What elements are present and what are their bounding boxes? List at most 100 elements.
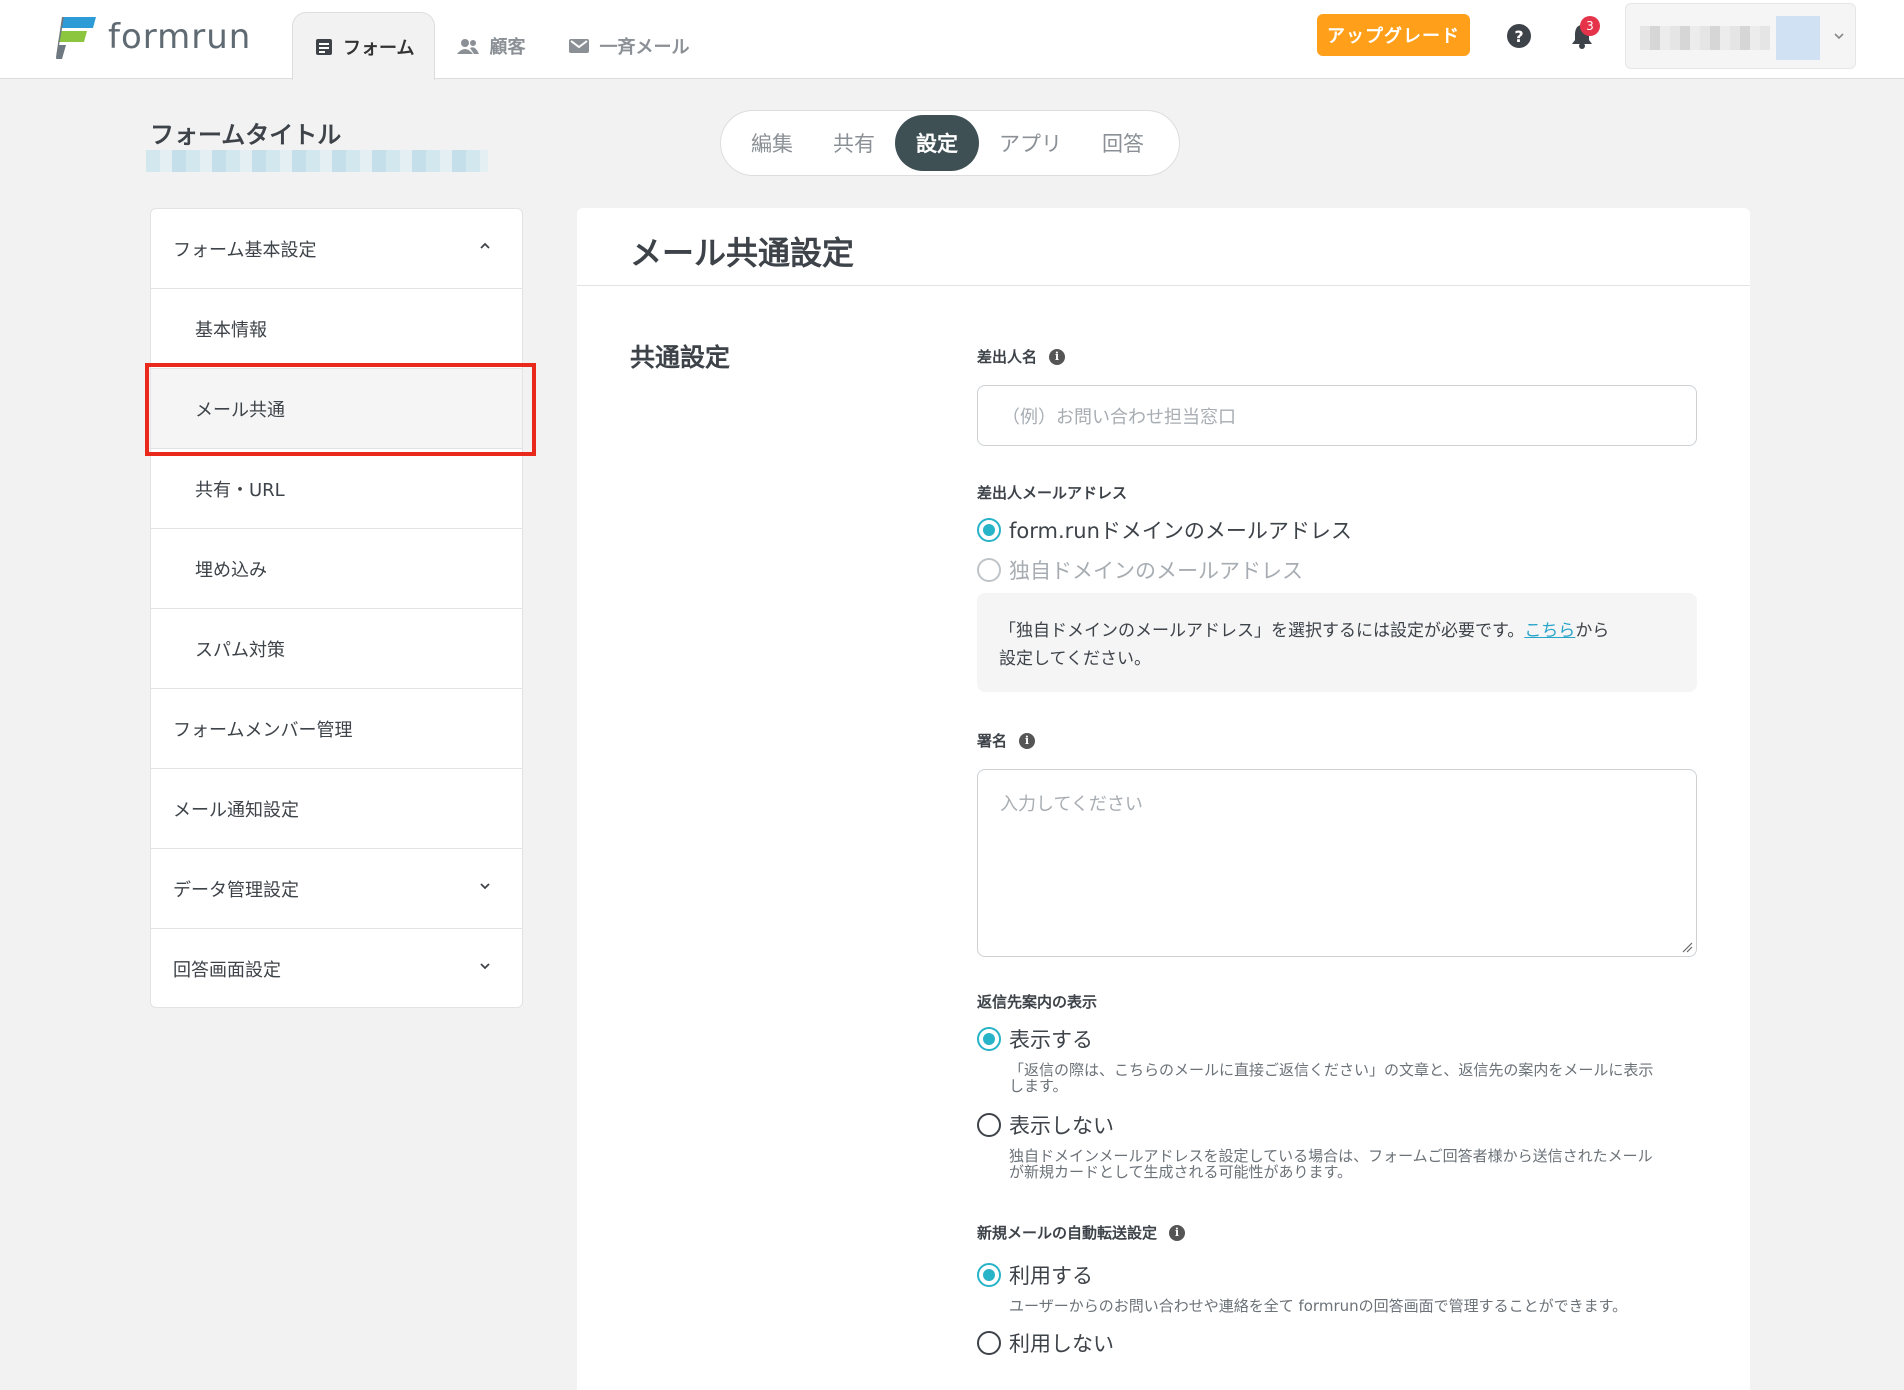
main-nav: フォーム 顧客 一斉メール	[292, 12, 711, 80]
note-text-after: から	[1575, 621, 1610, 641]
nav-tab-customers[interactable]: 顧客	[435, 12, 547, 79]
info-icon[interactable]: i	[1019, 732, 1036, 749]
radio-selected[interactable]	[977, 1263, 1001, 1287]
settings-sidebar: フォーム基本設定 基本情報 メール共通 共有・URL 埋め込み スパム対策 フォ…	[150, 208, 523, 1008]
radio-unselected[interactable]	[977, 1331, 1001, 1355]
logo-text: formrun	[108, 17, 252, 57]
account-name-redacted	[1640, 26, 1770, 50]
mail-icon	[569, 38, 590, 54]
tab-settings[interactable]: 設定	[895, 115, 979, 171]
radio-hide-reply-guide[interactable]: 表示しない	[977, 1110, 1114, 1140]
radio-selected[interactable]	[977, 518, 1001, 542]
signature-textarea[interactable]: 入力してください	[977, 769, 1697, 957]
account-menu[interactable]	[1625, 3, 1856, 69]
nav-tab-form[interactable]: フォーム	[292, 12, 436, 80]
tab-share[interactable]: 共有	[813, 115, 895, 171]
radio-label: 独自ドメインのメールアドレス	[1009, 559, 1303, 583]
radio-label: 表示しない	[1009, 1114, 1114, 1138]
notification-badge: 3	[1580, 16, 1600, 36]
sidebar-item-label: フォーム基本設定	[173, 239, 317, 261]
radio-show-reply-guide[interactable]: 表示する	[977, 1024, 1093, 1054]
page-title: メール共通設定	[630, 234, 855, 272]
highlight-box	[145, 363, 536, 456]
note-line-1: 「独自ドメインのメールアドレス」を選択するには設定が必要です。こちらから	[999, 617, 1675, 645]
auto-forward-label: 新規メールの自動転送設定 i	[977, 1222, 1186, 1243]
sidebar-item-label: スパム対策	[195, 639, 285, 661]
chevron-up-icon	[480, 242, 490, 249]
sidebar-item-label: 基本情報	[195, 319, 267, 341]
chevron-down-icon	[1834, 33, 1844, 40]
sidebar-item-spam[interactable]: スパム対策	[151, 609, 522, 689]
sender-address-label: 差出人メールアドレス	[977, 484, 1128, 502]
form-mode-tabs: 編集 共有 設定 アプリ 回答	[720, 110, 1180, 176]
radio-unselected-disabled[interactable]	[977, 558, 1001, 582]
nav-tab-label: フォーム	[343, 37, 415, 59]
radio-selected[interactable]	[977, 1027, 1001, 1051]
note-text: 「独自ドメインのメールアドレス」を選択するには設定が必要です。	[999, 621, 1525, 641]
desc-line: 「返信の際は、こちらのメールに直接ご返信ください」の文章と、返信先の案内をメール…	[1009, 1061, 1654, 1079]
settings-link[interactable]: こちら	[1524, 621, 1575, 641]
resize-handle-icon[interactable]	[1681, 941, 1693, 953]
sidebar-item-embed[interactable]: 埋め込み	[151, 529, 522, 609]
signature-label-text: 署名	[977, 732, 1008, 750]
sidebar-item-label: データ管理設定	[173, 879, 299, 901]
tab-apps[interactable]: アプリ	[979, 115, 1082, 171]
radio-label: 利用しない	[1009, 1332, 1114, 1356]
form-url-redacted	[146, 150, 488, 172]
sidebar-item-form-members[interactable]: フォームメンバー管理	[151, 689, 522, 769]
top-bar: formrun フォーム 顧客 一斉メール アップグレード ? 3	[0, 0, 1904, 80]
sidebar-item-label: フォームメンバー管理	[173, 719, 353, 741]
desc-line: が新規カードとして生成される可能性があります。	[1009, 1163, 1353, 1181]
upgrade-button[interactable]: アップグレード	[1317, 14, 1470, 56]
formrun-logo[interactable]: formrun	[56, 14, 251, 60]
desc-line: 独自ドメインメールアドレスを設定している場合は、フォームご回答者様から送信された…	[1009, 1147, 1653, 1165]
tab-edit[interactable]: 編集	[731, 115, 813, 171]
reply-guide-label: 返信先案内の表示	[977, 993, 1098, 1011]
radio-use-auto-forward[interactable]: 利用する	[977, 1260, 1093, 1290]
people-icon	[457, 38, 480, 54]
radio-unselected[interactable]	[977, 1113, 1001, 1137]
desc-line: します。	[1009, 1077, 1068, 1095]
radio-formrun-domain[interactable]: form.runドメインのメールアドレス	[977, 515, 1352, 545]
avatar	[1776, 16, 1820, 60]
sidebar-item-mail-notification[interactable]: メール通知設定	[151, 769, 522, 849]
sidebar-item-data-management[interactable]: データ管理設定	[151, 849, 522, 929]
formrun-logo-icon	[56, 17, 96, 59]
radio-no-auto-forward[interactable]: 利用しない	[977, 1328, 1114, 1358]
sidebar-item-label: 共有・URL	[195, 479, 285, 501]
sidebar-item-label: 回答画面設定	[173, 960, 281, 981]
signature-label: 署名 i	[977, 730, 1036, 751]
section-title: 共通設定	[630, 343, 731, 372]
sender-name-label-text: 差出人名	[977, 348, 1038, 366]
reply-guide-hide-desc: 独自ドメインメールアドレスを設定している場合は、フォームご回答者様から送信された…	[1009, 1148, 1709, 1180]
sender-name-label: 差出人名 i	[977, 346, 1066, 367]
nav-tab-bulk-mail[interactable]: 一斉メール	[547, 12, 711, 79]
custom-domain-note: 「独自ドメインのメールアドレス」を選択するには設定が必要です。こちらから 設定し…	[977, 593, 1697, 692]
sidebar-item-form-basic-settings[interactable]: フォーム基本設定	[151, 209, 522, 289]
reply-guide-show-desc: 「返信の際は、こちらのメールに直接ご返信ください」の文章と、返信先の案内をメール…	[1009, 1062, 1709, 1094]
radio-label: 利用する	[1009, 1264, 1093, 1288]
sender-name-input[interactable]: （例）お問い合わせ担当窓口	[977, 385, 1697, 446]
radio-custom-domain[interactable]: 独自ドメインのメールアドレス	[977, 555, 1303, 585]
sidebar-item-label: 埋め込み	[195, 559, 267, 581]
chevron-down-icon	[480, 963, 490, 970]
form-title: フォームタイトル	[150, 121, 342, 149]
tab-responses[interactable]: 回答	[1082, 115, 1164, 171]
chevron-down-icon	[480, 883, 490, 890]
auto-forward-use-desc: ユーザーからのお問い合わせや連絡を全て formrunの回答画面で管理することが…	[1009, 1297, 1628, 1315]
help-icon[interactable]: ?	[1507, 24, 1531, 48]
sidebar-item-response-screen[interactable]: 回答画面設定	[151, 929, 522, 1009]
nav-tab-label: 一斉メール	[599, 36, 690, 58]
nav-tab-label: 顧客	[489, 36, 526, 58]
signature-placeholder: 入力してください	[1000, 794, 1143, 815]
sidebar-item-label: メール通知設定	[173, 799, 299, 821]
radio-label: 表示する	[1009, 1028, 1093, 1052]
settings-panel: メール共通設定 共通設定 差出人名 i （例）お問い合わせ担当窓口 差出人メール…	[577, 208, 1750, 1390]
sidebar-item-basic-info[interactable]: 基本情報	[151, 289, 522, 369]
auto-forward-label-text: 新規メールの自動転送設定	[977, 1224, 1158, 1242]
divider	[577, 285, 1750, 286]
form-icon	[315, 38, 333, 56]
info-icon[interactable]: i	[1049, 348, 1066, 365]
info-icon[interactable]: i	[1169, 1224, 1186, 1241]
sidebar-item-share-url[interactable]: 共有・URL	[151, 449, 522, 529]
